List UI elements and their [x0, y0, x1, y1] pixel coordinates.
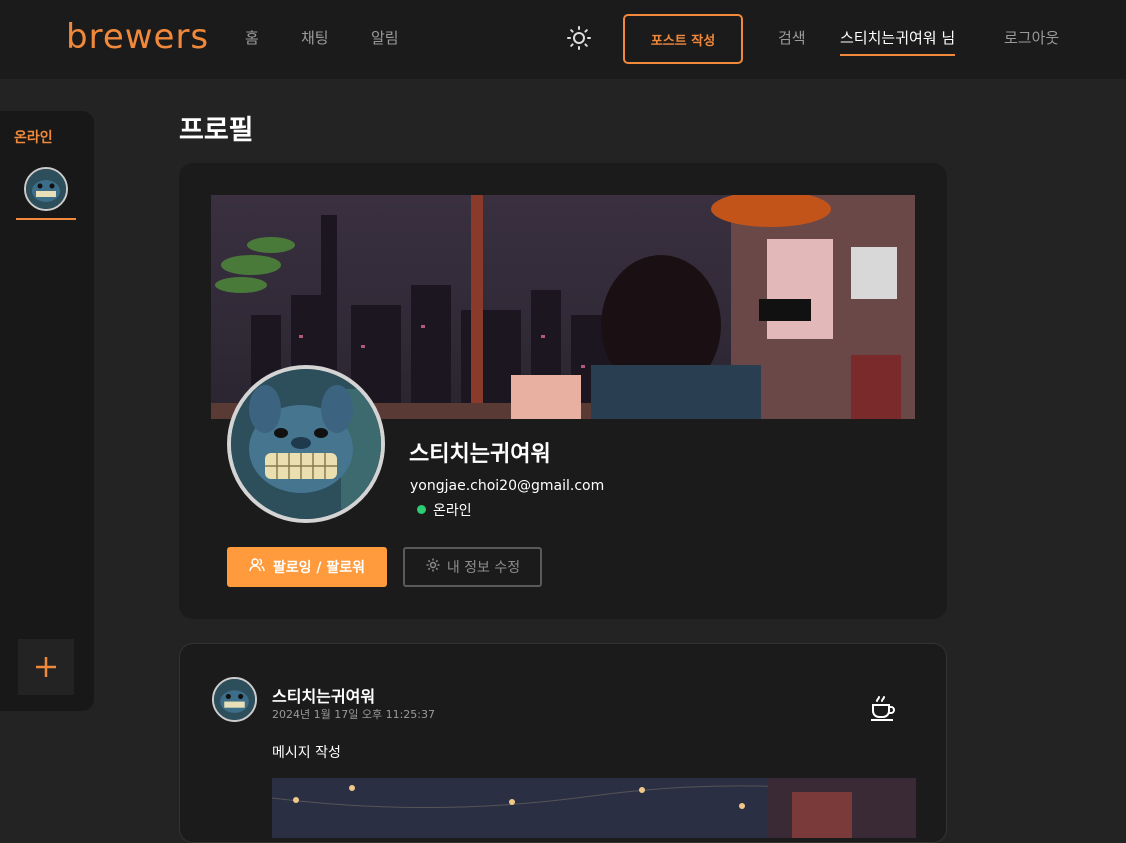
brewers-logo[interactable]: brewers [66, 17, 209, 57]
profile-name: 스티치는귀여워 [409, 442, 551, 467]
edit-profile-label: 내 정보 수정 [446, 560, 521, 576]
users-icon [249, 557, 265, 577]
post-author-avatar[interactable] [212, 677, 257, 722]
online-status-dot [417, 505, 426, 514]
online-users-panel: 온라인 [0, 111, 94, 711]
online-user-underline [16, 218, 76, 220]
nav-search-link[interactable]: 검색 [778, 28, 806, 48]
nav-chat-link[interactable]: 채팅 [301, 28, 329, 48]
nav-logout-link[interactable]: 로그아웃 [1004, 28, 1059, 48]
page-title: 프로필 [179, 115, 254, 146]
nav-home-link[interactable]: 홈 [245, 28, 259, 48]
plus-icon[interactable] [18, 639, 74, 695]
nav-user-profile-link[interactable]: 스티치는귀여워 님 [840, 28, 956, 56]
post-author-name[interactable]: 스티치는귀여워 [272, 683, 375, 707]
sun-icon[interactable] [566, 25, 592, 51]
edit-profile-button[interactable]: 내 정보 수정 [403, 547, 542, 587]
following-followers-label: 팔로잉 / 팔로워 [272, 560, 366, 576]
nav-notifications-link[interactable]: 알림 [371, 28, 399, 48]
online-status-text: 온라인 [433, 503, 472, 519]
top-navigation-bar: brewers 홈 채팅 알림 포스트 작성 검색 스티치는귀여워 님 로그아웃 [0, 0, 1126, 79]
post-timestamp: 2024년 1월 17일 오후 11:25:37 [272, 708, 435, 721]
profile-card: 스티치는귀여워 yongjae.choi20@gmail.com 온라인 팔로잉… [179, 163, 947, 619]
gear-icon [425, 557, 441, 577]
post-text: 메시지 작성 [272, 745, 341, 761]
profile-avatar[interactable] [227, 365, 385, 523]
write-post-button[interactable]: 포스트 작성 [623, 14, 743, 64]
online-user-avatar[interactable] [24, 167, 68, 211]
post-image[interactable] [272, 778, 916, 838]
profile-email: yongjae.choi20@gmail.com [410, 478, 605, 494]
following-followers-button[interactable]: 팔로잉 / 팔로워 [227, 547, 387, 587]
post-card: 스티치는귀여워 2024년 1월 17일 오후 11:25:37 메시지 작성 [179, 643, 947, 843]
coffee-cup-icon[interactable] [868, 692, 898, 722]
online-panel-title: 온라인 [14, 130, 53, 146]
